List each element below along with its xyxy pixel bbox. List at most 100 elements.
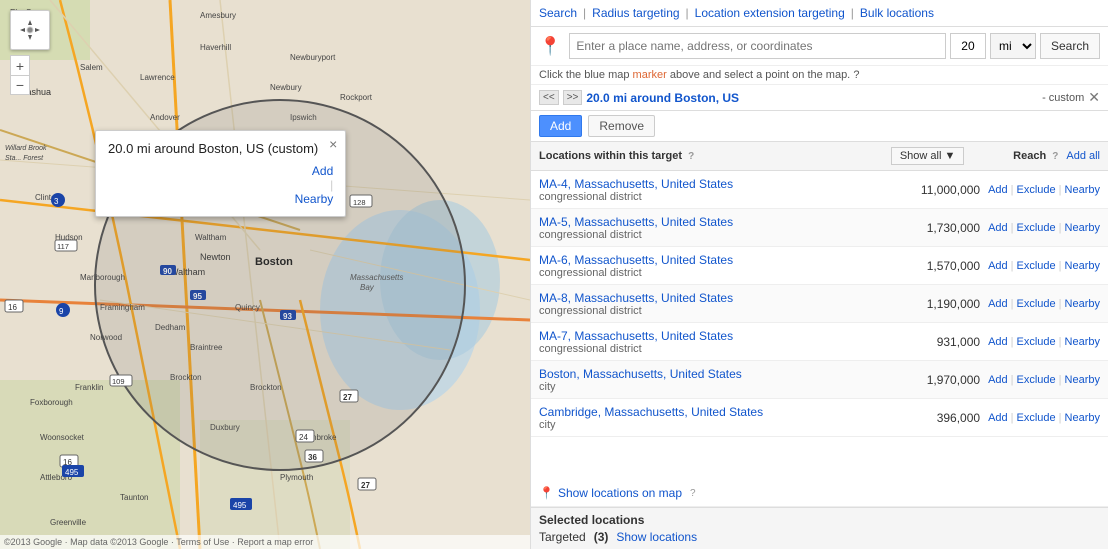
location-exclude-link[interactable]: Exclude xyxy=(1017,374,1056,386)
location-subtype: congressional district xyxy=(539,305,900,317)
location-exclude-link[interactable]: Exclude xyxy=(1017,184,1056,196)
location-exclude-link[interactable]: Exclude xyxy=(1017,412,1056,424)
location-exclude-link[interactable]: Exclude xyxy=(1017,222,1056,234)
distance-input[interactable] xyxy=(950,33,986,59)
map-tooltip: × 20.0 mi around Boston, US (custom) Add… xyxy=(95,130,346,217)
nav-location-ext[interactable]: Location extension targeting xyxy=(695,6,845,20)
zoom-out-button[interactable]: − xyxy=(10,75,30,95)
location-add-link[interactable]: Add xyxy=(988,374,1008,386)
location-name[interactable]: MA-6, Massachusetts, United States xyxy=(539,253,733,267)
svg-text:Andover: Andover xyxy=(150,113,180,122)
location-info: MA-7, Massachusetts, United States congr… xyxy=(539,329,900,355)
location-reach: 396,000 xyxy=(900,411,980,425)
location-reach: 1,730,000 xyxy=(900,221,980,235)
nav-bulk[interactable]: Bulk locations xyxy=(860,6,934,20)
svg-text:Franklin: Franklin xyxy=(75,383,103,392)
reach-help-icon: ? xyxy=(1052,151,1058,162)
tooltip-add-link[interactable]: Add xyxy=(312,164,333,178)
show-locations-link[interactable]: 📍 Show locations on map ? xyxy=(539,486,1100,500)
location-name[interactable]: MA-7, Massachusetts, United States xyxy=(539,329,733,343)
svg-text:Rockport: Rockport xyxy=(340,93,373,102)
location-exclude-link[interactable]: Exclude xyxy=(1017,298,1056,310)
tooltip-close-button[interactable]: × xyxy=(329,136,337,152)
add-all-button[interactable]: Add all xyxy=(1066,150,1100,162)
location-name[interactable]: MA-5, Massachusetts, United States xyxy=(539,215,733,229)
location-reach: 1,970,000 xyxy=(900,373,980,387)
map-zoom-controls[interactable]: + − xyxy=(10,55,30,95)
radius-bar: << >> 20.0 mi around Boston, US - custom… xyxy=(531,85,1108,111)
location-subtype: congressional district xyxy=(539,191,900,203)
action-row: Add Remove xyxy=(531,111,1108,142)
remove-button[interactable]: Remove xyxy=(588,115,655,137)
reach-header: Reach ? xyxy=(968,150,1058,162)
location-row: MA-4, Massachusetts, United States congr… xyxy=(531,171,1108,209)
svg-text:Newburyport: Newburyport xyxy=(290,53,336,62)
location-row: MA-6, Massachusetts, United States congr… xyxy=(531,247,1108,285)
location-exclude-link[interactable]: Exclude xyxy=(1017,260,1056,272)
radius-prev-button[interactable]: << xyxy=(539,90,559,105)
location-name[interactable]: Cambridge, Massachusetts, United States xyxy=(539,405,763,419)
location-add-link[interactable]: Add xyxy=(988,184,1008,196)
location-add-link[interactable]: Add xyxy=(988,336,1008,348)
right-panel: Search | Radius targeting | Location ext… xyxy=(530,0,1108,549)
radius-next-button[interactable]: >> xyxy=(563,90,583,105)
location-name[interactable]: MA-8, Massachusetts, United States xyxy=(539,291,733,305)
show-locations-button[interactable]: Show locations xyxy=(616,530,697,544)
unit-select[interactable]: mi km xyxy=(990,33,1036,59)
map-container: Nashua Salem Lawrence Haverhill Newburyp… xyxy=(0,0,530,549)
table-header: Locations within this target ? Show all … xyxy=(531,142,1108,171)
svg-text:9: 9 xyxy=(59,307,64,316)
svg-text:Greenville: Greenville xyxy=(50,518,87,527)
location-name[interactable]: MA-4, Massachusetts, United States xyxy=(539,177,733,191)
location-info: MA-5, Massachusetts, United States congr… xyxy=(539,215,900,241)
svg-text:Salem: Salem xyxy=(80,63,103,72)
svg-text:27: 27 xyxy=(343,393,352,402)
zoom-in-button[interactable]: + xyxy=(10,55,30,75)
svg-text:495: 495 xyxy=(233,501,247,510)
location-actions: Add | Exclude | Nearby xyxy=(988,336,1100,348)
show-all-button[interactable]: Show all ▼ xyxy=(891,147,965,165)
location-exclude-link[interactable]: Exclude xyxy=(1017,336,1056,348)
location-nearby-link[interactable]: Nearby xyxy=(1065,260,1100,272)
map-nav-control[interactable] xyxy=(10,10,50,50)
location-add-link[interactable]: Add xyxy=(988,222,1008,234)
location-search-input[interactable] xyxy=(569,33,946,59)
svg-text:Amesbury: Amesbury xyxy=(200,11,236,20)
location-info: Boston, Massachusetts, United States cit… xyxy=(539,367,900,393)
svg-text:Lawrence: Lawrence xyxy=(140,73,175,82)
search-hint: Click the blue map marker above and sele… xyxy=(531,66,1108,85)
svg-text:Plymouth: Plymouth xyxy=(280,473,313,482)
location-nearby-link[interactable]: Nearby xyxy=(1065,222,1100,234)
location-add-link[interactable]: Add xyxy=(988,298,1008,310)
location-reach: 931,000 xyxy=(900,335,980,349)
location-nearby-link[interactable]: Nearby xyxy=(1065,412,1100,424)
location-add-link[interactable]: Add xyxy=(988,260,1008,272)
svg-text:117: 117 xyxy=(57,242,69,251)
tooltip-title: 20.0 mi around Boston, US (custom) xyxy=(108,141,333,156)
top-navigation: Search | Radius targeting | Location ext… xyxy=(531,0,1108,27)
location-nearby-link[interactable]: Nearby xyxy=(1065,184,1100,196)
marker-link[interactable]: marker xyxy=(633,69,667,81)
location-nearby-link[interactable]: Nearby xyxy=(1065,374,1100,386)
nav-search[interactable]: Search xyxy=(539,6,577,20)
location-info: MA-6, Massachusetts, United States congr… xyxy=(539,253,900,279)
location-add-link[interactable]: Add xyxy=(988,412,1008,424)
location-name[interactable]: Boston, Massachusetts, United States xyxy=(539,367,742,381)
location-nearby-link[interactable]: Nearby xyxy=(1065,298,1100,310)
radius-close-button[interactable]: ✕ xyxy=(1088,89,1100,106)
svg-text:Taunton: Taunton xyxy=(120,493,148,502)
svg-text:109: 109 xyxy=(112,377,125,386)
show-on-map-help: ? xyxy=(690,488,696,499)
add-button[interactable]: Add xyxy=(539,115,582,137)
svg-text:Sta... Forest: Sta... Forest xyxy=(5,155,44,162)
nav-radius[interactable]: Radius targeting xyxy=(592,6,679,20)
hint-help: ? xyxy=(853,69,859,81)
svg-text:128: 128 xyxy=(353,198,366,207)
svg-text:Foxborough: Foxborough xyxy=(30,398,73,407)
selected-title: Selected locations xyxy=(539,513,1100,527)
search-button[interactable]: Search xyxy=(1040,33,1100,59)
targeted-label: Targeted xyxy=(539,530,586,544)
tooltip-nearby-link[interactable]: Nearby xyxy=(295,192,334,206)
svg-text:24: 24 xyxy=(299,433,308,442)
location-nearby-link[interactable]: Nearby xyxy=(1065,336,1100,348)
